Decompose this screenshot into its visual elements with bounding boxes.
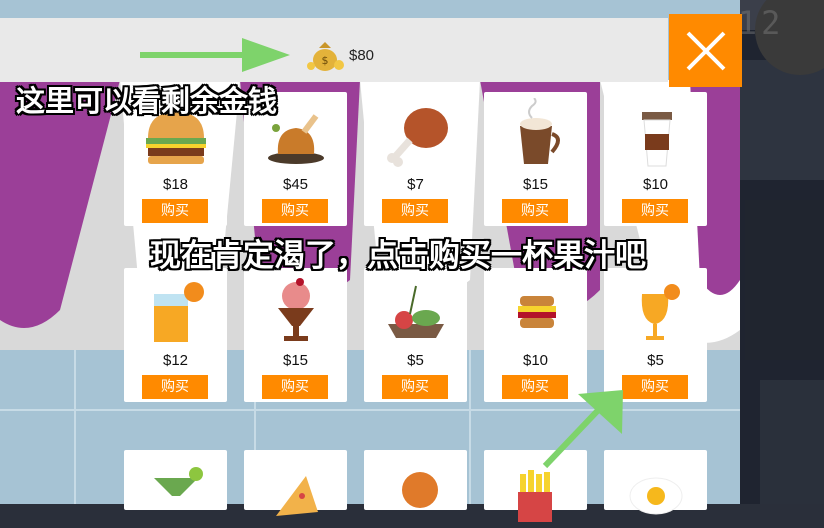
close-button[interactable]	[669, 14, 742, 87]
drumstick-icon	[387, 108, 448, 167]
fried-egg-icon	[629, 477, 683, 515]
item-card-ice-cream-sundae: $15 购买	[244, 268, 347, 402]
item-price: $12	[162, 352, 189, 369]
tutorial-tip-buy: 现在肯定渴了，点击购买一杯果汁吧	[150, 238, 646, 274]
item-card-sandwich: $10 购买	[484, 268, 587, 402]
buy-button-sandwich[interactable]: 购买	[502, 375, 568, 399]
fruit-juice-icon	[641, 284, 680, 340]
buy-button-salad[interactable]: 购买	[382, 375, 448, 399]
item-price: $7	[407, 176, 424, 193]
item-card-coffee: $10 购买	[604, 92, 707, 226]
tutorial-tip-money: 这里可以看剩余金钱	[16, 84, 278, 118]
buy-button-drumstick[interactable]: 购买	[382, 199, 448, 223]
item-price: $15	[282, 352, 309, 369]
hot-chocolate-icon	[520, 98, 560, 164]
sandwich-icon	[518, 296, 556, 328]
buy-button-hot-chocolate[interactable]: 购买	[502, 199, 568, 223]
pizza-slice-icon	[276, 476, 318, 516]
buy-button-burger[interactable]: 购买	[142, 199, 208, 223]
item-price: $45	[282, 176, 309, 193]
ice-cream-sundae-icon	[278, 278, 314, 341]
buy-button-coffee[interactable]: 购买	[622, 199, 688, 223]
buy-button-fruit-juice[interactable]: 购买	[622, 375, 688, 399]
buy-button-ice-cream-sundae[interactable]: 购买	[262, 375, 328, 399]
item-card-pizza	[244, 450, 347, 516]
salad-icon	[388, 285, 444, 338]
item-card-margarita	[124, 450, 227, 510]
item-price: $5	[407, 352, 424, 369]
item-card-orange-juice: $12 购买	[124, 268, 227, 402]
item-price: $10	[522, 352, 549, 369]
item-price: $15	[522, 176, 549, 193]
item-price: $18	[162, 176, 189, 193]
item-card-chicken-leg	[364, 450, 467, 510]
item-price: $5	[647, 352, 664, 369]
orange-juice-icon	[154, 282, 204, 342]
fries-icon	[518, 470, 552, 522]
item-card-fruit-juice: $5 购买	[604, 268, 707, 402]
item-card-drumstick: $7 购买	[364, 92, 467, 226]
close-icon	[686, 31, 725, 70]
money-display: $ $80	[305, 38, 374, 72]
item-card-salad: $5 购买	[364, 268, 467, 402]
money-bag-icon: $	[307, 42, 344, 71]
svg-text:$: $	[322, 54, 329, 67]
item-card-fries	[484, 450, 587, 522]
item-card-hot-chocolate: $15 购买	[484, 92, 587, 226]
chicken-leg-icon	[402, 472, 438, 508]
item-price: $10	[642, 176, 669, 193]
coffee-cup-icon	[642, 112, 672, 167]
money-amount: $80	[349, 46, 375, 64]
buy-button-orange-juice[interactable]: 购买	[142, 375, 208, 399]
item-card-fried-egg	[604, 450, 707, 515]
buy-button-roast-chicken[interactable]: 购买	[262, 199, 328, 223]
margarita-icon	[154, 467, 203, 496]
